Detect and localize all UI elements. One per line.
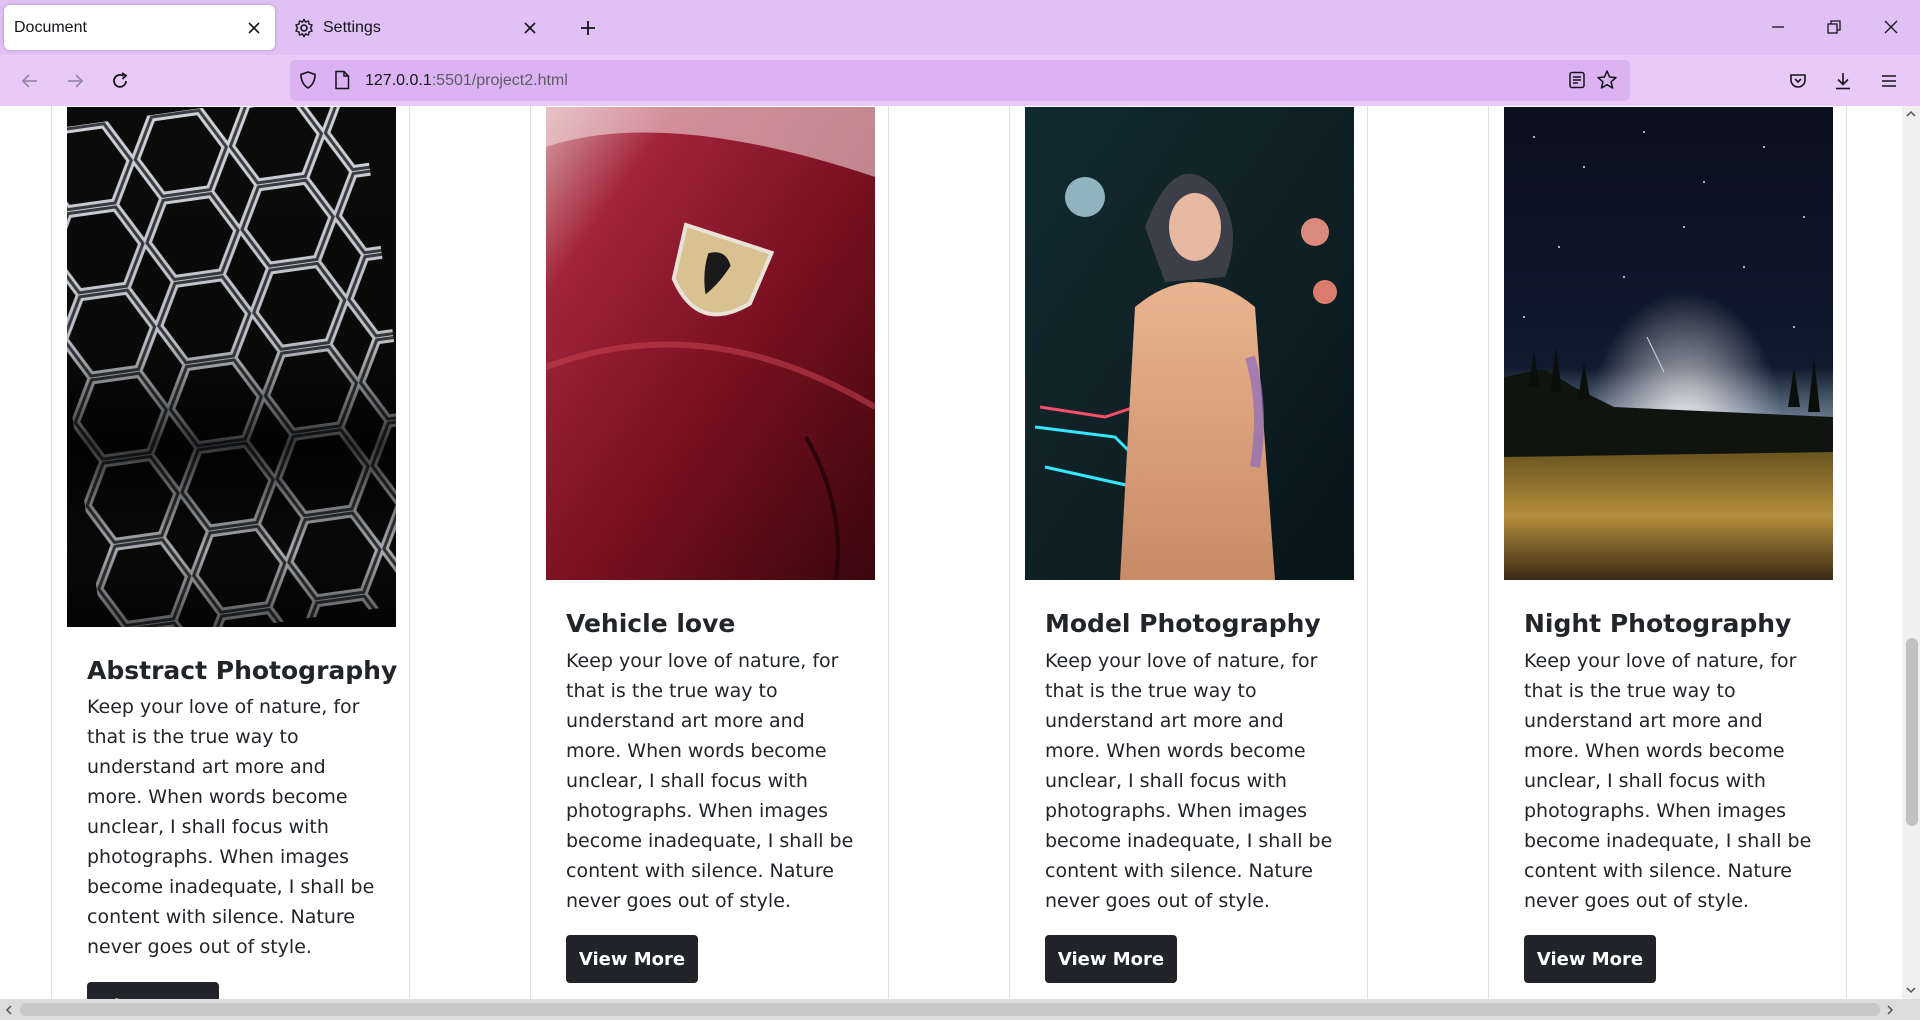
card-text: Keep your love of nature, for that is th… — [87, 696, 375, 958]
pocket-icon[interactable] — [1780, 63, 1816, 99]
card-text: Keep your love of nature, for that is th… — [1524, 650, 1812, 912]
scroll-up-arrow-icon[interactable] — [1906, 108, 1916, 122]
card-image — [1504, 107, 1833, 580]
reload-icon[interactable] — [102, 63, 138, 99]
shield-icon[interactable] — [298, 70, 318, 95]
card-image — [67, 107, 396, 627]
close-icon[interactable] — [241, 15, 267, 41]
scrollbar-corner — [1902, 999, 1920, 1020]
page-viewport: Abstract Photography Keep your love of n… — [0, 106, 1902, 999]
download-icon[interactable] — [1825, 63, 1861, 99]
card-night: Night Photography Keep your love of natu… — [1488, 106, 1847, 999]
tab-bar: Document Settings — [0, 0, 1920, 55]
card-image — [1025, 107, 1354, 580]
scroll-left-arrow-icon[interactable] — [4, 1004, 14, 1018]
card-model: Model Photography Keep your love of natu… — [1009, 106, 1368, 999]
page-icon[interactable] — [333, 70, 351, 95]
menu-icon[interactable] — [1871, 63, 1907, 99]
url-host: 127.0.0.1 — [365, 71, 432, 89]
tab-settings[interactable]: Settings — [289, 5, 551, 50]
vertical-scrollbar[interactable] — [1902, 106, 1920, 999]
tab-title: Settings — [323, 18, 381, 36]
card-title: Vehicle love — [566, 609, 736, 638]
card-text: Keep your love of nature, for that is th… — [1045, 650, 1333, 912]
close-icon[interactable] — [517, 15, 543, 41]
card-abstract: Abstract Photography Keep your love of n… — [51, 106, 410, 999]
gear-icon — [293, 17, 315, 39]
card-title: Model Photography — [1045, 609, 1321, 638]
tab-document[interactable]: Document — [4, 5, 275, 50]
card-title: Abstract Photography — [87, 656, 398, 685]
star-icon[interactable] — [1596, 69, 1618, 96]
view-more-button[interactable]: View More — [1045, 935, 1177, 983]
view-more-button[interactable]: View More — [87, 982, 219, 999]
card-title: Night Photography — [1524, 609, 1792, 638]
minimize-button[interactable] — [1758, 8, 1798, 46]
horizontal-scrollbar-thumb[interactable] — [20, 1003, 1880, 1016]
restore-button[interactable] — [1814, 8, 1854, 46]
url-path: :5501/project2.html — [431, 71, 568, 89]
reader-view-icon[interactable] — [1567, 70, 1587, 95]
navigation-bar: 127.0.0.1:5501/project2.html — [0, 55, 1920, 106]
view-more-button[interactable]: View More — [1524, 935, 1656, 983]
card-vehicle: Vehicle love Keep your love of nature, f… — [530, 106, 889, 999]
scroll-right-arrow-icon[interactable] — [1885, 1004, 1895, 1018]
horizontal-scrollbar[interactable] — [0, 999, 1902, 1020]
forward-arrow-icon[interactable] — [57, 63, 93, 99]
card-text: Keep your love of nature, for that is th… — [566, 650, 854, 912]
view-more-button[interactable]: View More — [566, 935, 698, 983]
address-bar[interactable]: 127.0.0.1:5501/project2.html — [290, 60, 1630, 101]
vertical-scrollbar-thumb[interactable] — [1906, 638, 1918, 826]
new-tab-button[interactable] — [572, 12, 604, 44]
tab-title: Document — [14, 18, 87, 36]
card-image — [546, 107, 875, 580]
close-window-button[interactable] — [1871, 8, 1911, 46]
back-arrow-icon[interactable] — [12, 63, 48, 99]
scroll-down-arrow-icon[interactable] — [1906, 984, 1916, 998]
